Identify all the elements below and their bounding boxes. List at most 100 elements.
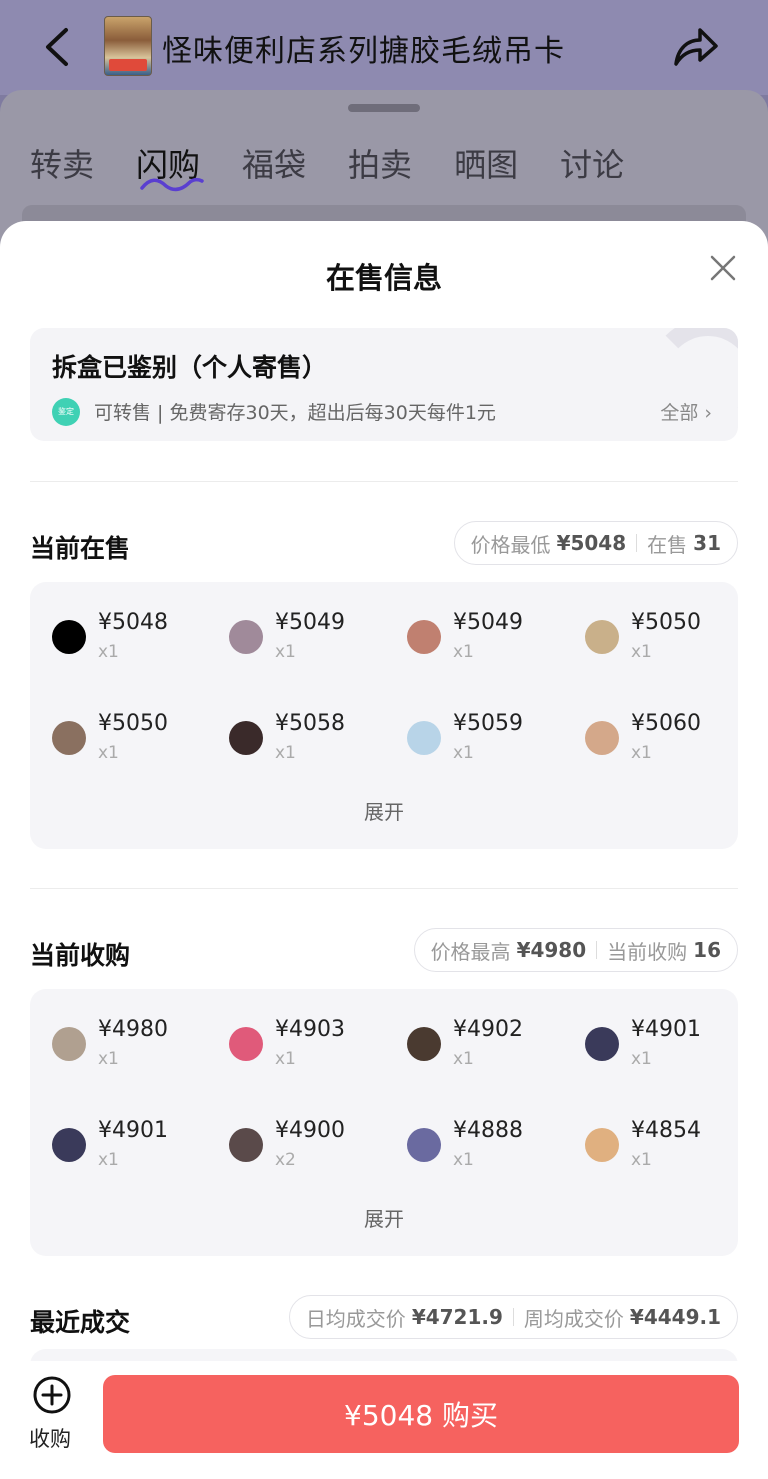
divider xyxy=(30,888,738,889)
selling-item[interactable]: ¥5050 x1 xyxy=(52,711,222,781)
selling-quantity: x1 xyxy=(275,642,296,662)
buying-stat1-value: ¥4980 xyxy=(516,938,587,962)
selling-price: ¥5050 xyxy=(98,711,168,736)
buying-price: ¥4901 xyxy=(98,1118,168,1143)
auth-title: 拆盒已鉴别（个人寄售） xyxy=(52,353,328,382)
pill-separator xyxy=(636,534,638,552)
selling-item[interactable]: ¥5060 x1 xyxy=(585,711,755,781)
avatar xyxy=(52,620,86,654)
avatar xyxy=(585,1128,619,1162)
selling-quantity: x1 xyxy=(275,743,296,763)
avatar xyxy=(407,1027,441,1061)
selling-quantity: x1 xyxy=(631,642,652,662)
selling-stat1-value: ¥5048 xyxy=(556,531,627,555)
selling-price: ¥5049 xyxy=(275,610,345,635)
drag-handle[interactable] xyxy=(348,104,420,112)
buying-price: ¥4901 xyxy=(631,1017,701,1042)
active-tab-indicator xyxy=(140,177,204,192)
page-title: 怪味便利店系列搪胶毛绒吊卡 xyxy=(162,34,565,69)
tab-auction[interactable]: 拍卖 xyxy=(348,140,412,186)
sheet-title: 在售信息 xyxy=(325,261,442,295)
selling-quantity: x1 xyxy=(453,642,474,662)
buying-item[interactable]: ¥4902 x1 xyxy=(407,1017,577,1087)
recent-stat2-value: ¥4449.1 xyxy=(629,1305,721,1329)
avatar xyxy=(229,1128,263,1162)
selling-item[interactable]: ¥5049 x1 xyxy=(407,610,577,680)
buying-item[interactable]: ¥4854 x1 xyxy=(585,1118,755,1188)
selling-item[interactable]: ¥5049 x1 xyxy=(229,610,399,680)
share-icon[interactable] xyxy=(670,24,720,70)
avatar xyxy=(52,1128,86,1162)
selling-stat2-label: 在售 xyxy=(647,532,688,557)
selling-section-title: 当前在售 xyxy=(30,534,131,563)
buying-quantity: x1 xyxy=(98,1049,119,1069)
recent-stats-pill: 日均成交价 ¥4721.9 周均成交价 ¥4449.1 xyxy=(288,1295,738,1339)
recent-stat2-label: 周均成交价 xyxy=(523,1306,624,1331)
buying-item[interactable]: ¥4901 x1 xyxy=(52,1118,222,1188)
buying-quantity: x1 xyxy=(98,1150,119,1170)
avatar xyxy=(585,1027,619,1061)
avatar xyxy=(229,620,263,654)
buying-expand-button[interactable]: 展开 xyxy=(30,1203,738,1232)
avatar xyxy=(407,620,441,654)
recent-stat1-label: 日均成交价 xyxy=(305,1306,406,1331)
buy-button[interactable]: ¥5048 购买 xyxy=(103,1375,739,1453)
buying-item[interactable]: ¥4903 x1 xyxy=(229,1017,399,1087)
selling-item[interactable]: ¥5050 x1 xyxy=(585,610,755,680)
selling-price: ¥5059 xyxy=(453,711,523,736)
buying-price: ¥4888 xyxy=(453,1118,523,1143)
selling-quantity: x1 xyxy=(98,642,119,662)
selling-item[interactable]: ¥5058 x1 xyxy=(229,711,399,781)
back-icon[interactable] xyxy=(38,22,78,72)
avatar xyxy=(585,620,619,654)
buying-stat2-value: 16 xyxy=(693,938,721,962)
avatar xyxy=(229,1027,263,1061)
recent-stat1-value: ¥4721.9 xyxy=(411,1305,503,1329)
buying-stat2-label: 当前收购 xyxy=(607,939,688,964)
auth-all-link[interactable]: 全部 › xyxy=(660,398,712,425)
buying-item[interactable]: ¥4980 x1 xyxy=(52,1017,222,1087)
selling-expand-button[interactable]: 展开 xyxy=(30,796,738,825)
selling-stat1-label: 价格最低 xyxy=(470,532,551,557)
selling-item[interactable]: ¥5048 x1 xyxy=(52,610,222,680)
close-icon[interactable] xyxy=(708,253,738,283)
selling-list: 展开 ¥5048 x1 ¥5049 x1 ¥5049 x1 ¥5050 x1 ¥5050 x1 ¥5… xyxy=(30,582,738,849)
avatar xyxy=(52,1027,86,1061)
on-sale-info-sheet: 在售信息 拆盒已鉴别（个人寄售） 鉴定 可转售 | 免费寄存30天，超出后每30… xyxy=(0,221,768,1479)
bottom-action-bar: 收购 ¥5048 购买 xyxy=(0,1361,768,1479)
buying-stat1-label: 价格最高 xyxy=(430,939,511,964)
tab-flash-buy[interactable]: 闪购 xyxy=(136,140,204,192)
buying-quantity: x1 xyxy=(631,1150,652,1170)
buying-item[interactable]: ¥4888 x1 xyxy=(407,1118,577,1188)
tab-lucky-bag[interactable]: 福袋 xyxy=(242,140,306,186)
tab-photos[interactable]: 晒图 xyxy=(454,140,518,186)
selling-item[interactable]: ¥5059 x1 xyxy=(407,711,577,781)
tab-resale[interactable]: 转卖 xyxy=(30,140,94,186)
buying-stats-pill: 价格最高 ¥4980 当前收购 16 xyxy=(413,928,738,972)
selling-stats-pill: 价格最低 ¥5048 在售 31 xyxy=(453,521,738,565)
pill-separator xyxy=(596,941,598,959)
buying-quantity: x2 xyxy=(275,1150,296,1170)
selling-price: ¥5060 xyxy=(631,711,701,736)
buying-quantity: x1 xyxy=(453,1049,474,1069)
selling-price: ¥5058 xyxy=(275,711,345,736)
buying-quantity: x1 xyxy=(631,1049,652,1069)
auth-logo-icon: 鉴定 xyxy=(52,398,80,426)
buying-price: ¥4854 xyxy=(631,1118,701,1143)
authentication-card[interactable]: 拆盒已鉴别（个人寄售） 鉴定 可转售 | 免费寄存30天，超出后每30天每件1元… xyxy=(30,328,738,441)
selling-price: ¥5049 xyxy=(453,610,523,635)
auth-subtitle: 可转售 | 免费寄存30天，超出后每30天每件1元 xyxy=(94,402,496,424)
buying-price: ¥4900 xyxy=(275,1118,345,1143)
selling-quantity: x1 xyxy=(453,743,474,763)
buying-item[interactable]: ¥4900 x2 xyxy=(229,1118,399,1188)
selling-price: ¥5050 xyxy=(631,610,701,635)
buying-quantity: x1 xyxy=(453,1150,474,1170)
avatar xyxy=(229,721,263,755)
recent-section-title: 最近成交 xyxy=(30,1308,131,1337)
buying-price: ¥4980 xyxy=(98,1017,168,1042)
selling-price: ¥5048 xyxy=(98,610,168,635)
collect-button-label[interactable]: 收购 xyxy=(29,1423,71,1453)
buying-item[interactable]: ¥4901 x1 xyxy=(585,1017,755,1087)
add-circle-icon[interactable] xyxy=(32,1375,72,1415)
tab-discussion[interactable]: 讨论 xyxy=(560,140,624,186)
